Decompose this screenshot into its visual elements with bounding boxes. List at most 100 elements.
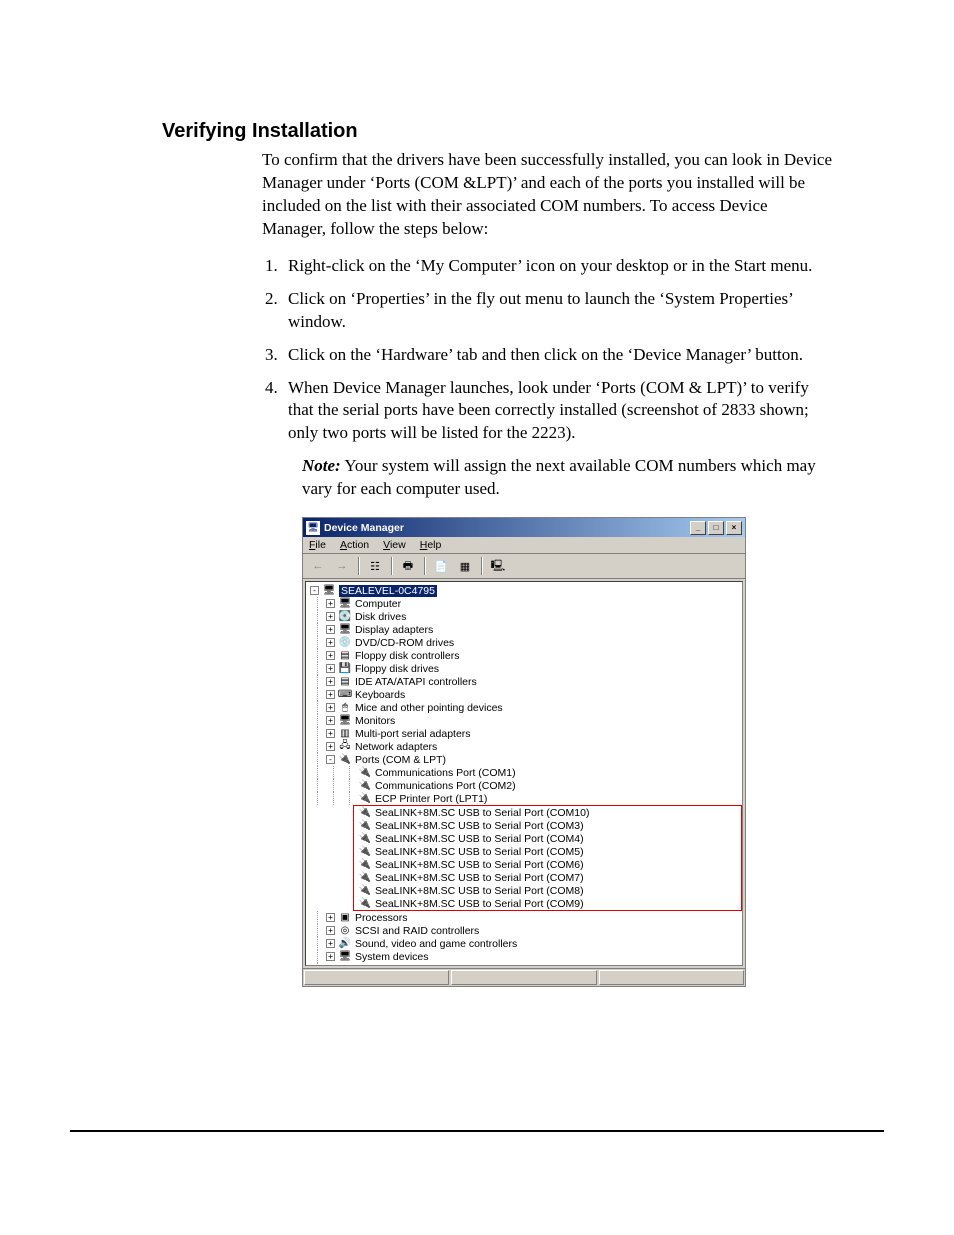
tree-leaf[interactable]: 🔌SeaLINK+8M.SC USB to Serial Port (COM9) (354, 897, 741, 910)
menu-action[interactable]: Action (340, 539, 369, 551)
node-label: Disk drives (355, 611, 406, 623)
tree-node[interactable]: +▤IDE ATA/ATAPI controllers (306, 675, 742, 688)
port-icon: 🔌 (358, 884, 372, 897)
tree-node[interactable]: +💾Floppy disk drives (306, 662, 742, 675)
cpu-icon: ▣ (338, 911, 352, 924)
tree-node[interactable]: +◎SCSI and RAID controllers (306, 924, 742, 937)
expand-icon[interactable]: + (326, 612, 335, 621)
tree-leaf[interactable]: 🔌SeaLINK+8M.SC USB to Serial Port (COM4) (354, 832, 741, 845)
node-label: Computer (355, 598, 401, 610)
port-icon: 🔌 (358, 819, 372, 832)
properties-icon[interactable]: 📄 (430, 556, 452, 576)
tree-node[interactable]: +▤Floppy disk controllers (306, 649, 742, 662)
expand-icon[interactable]: + (326, 703, 335, 712)
tree-node[interactable]: +🖥System devices (306, 950, 742, 963)
note-paragraph: Note: Your system will assign the next a… (162, 455, 834, 501)
tree-leaf[interactable]: 🔌SeaLINK+8M.SC USB to Serial Port (COM6) (354, 858, 741, 871)
toolbar: ← → ☷ 🖶 📄 ▦ 🖳 (303, 554, 745, 579)
port-icon: 🔌 (358, 792, 372, 805)
collapse-icon[interactable]: - (326, 755, 335, 764)
forward-button-icon[interactable]: → (331, 556, 353, 576)
node-label: Floppy disk controllers (355, 650, 459, 662)
tree-leaf[interactable]: 🔌Communications Port (COM2) (306, 779, 742, 792)
node-label: IDE ATA/ATAPI controllers (355, 676, 477, 688)
expand-icon[interactable]: + (326, 952, 335, 961)
tree-node[interactable]: +💽Disk drives (306, 610, 742, 623)
back-button-icon[interactable]: ← (307, 556, 329, 576)
tree-leaf[interactable]: 🔌SeaLINK+8M.SC USB to Serial Port (COM8) (354, 884, 741, 897)
mouse-icon: 🖱 (338, 701, 352, 714)
tree-node[interactable]: +▥Multi-port serial adapters (306, 727, 742, 740)
section-heading: Verifying Installation (162, 120, 834, 143)
keyboard-icon: ⌨ (338, 688, 352, 701)
scan-hardware-icon[interactable]: 🖳 (487, 556, 509, 576)
tree-node[interactable]: +🔊Sound, video and game controllers (306, 937, 742, 950)
node-label: Multi-port serial adapters (355, 728, 471, 740)
expand-icon[interactable]: + (326, 625, 335, 634)
tree-leaf[interactable]: 🔌SeaLINK+8M.SC USB to Serial Port (COM10… (354, 806, 741, 819)
tree-leaf[interactable]: 🔌SeaLINK+8M.SC USB to Serial Port (COM5) (354, 845, 741, 858)
expand-icon[interactable]: + (326, 742, 335, 751)
menu-file[interactable]: File (309, 539, 326, 551)
expand-icon[interactable]: + (326, 638, 335, 647)
menu-view[interactable]: View (383, 539, 406, 551)
tree-view-icon[interactable]: ☷ (364, 556, 386, 576)
port-icon: 🔌 (358, 766, 372, 779)
expand-icon[interactable]: + (326, 913, 335, 922)
expand-icon[interactable]: + (326, 664, 335, 673)
tree-node[interactable]: +💿DVD/CD-ROM drives (306, 636, 742, 649)
leaf-label: SeaLINK+8M.SC USB to Serial Port (COM4) (375, 833, 584, 845)
floppy-icon: 💾 (338, 662, 352, 675)
tree-node[interactable]: +🖥Display adapters (306, 623, 742, 636)
device-manager-window: 🖥 Device Manager _ □ × File Action View … (302, 517, 746, 987)
node-label: DVD/CD-ROM drives (355, 637, 454, 649)
tree-node-ports[interactable]: - 🔌 Ports (COM & LPT) (306, 753, 742, 766)
tree-node[interactable]: +🖥Monitors (306, 714, 742, 727)
port-icon: 🔌 (358, 806, 372, 819)
node-label: Network adapters (355, 741, 437, 753)
print-icon[interactable]: 🖶 (397, 556, 419, 576)
menu-bar: File Action View Help (303, 537, 745, 554)
status-pane (599, 970, 744, 985)
minimize-button[interactable]: _ (690, 521, 706, 535)
tree-leaf[interactable]: 🔌SeaLINK+8M.SC USB to Serial Port (COM3) (354, 819, 741, 832)
tree-leaf[interactable]: 🔌Communications Port (COM1) (306, 766, 742, 779)
menu-help[interactable]: Help (420, 539, 442, 551)
tree-root[interactable]: - 🖥 SEALEVEL-0C4795 (306, 584, 742, 597)
dvd-icon: 💿 (338, 636, 352, 649)
computer-icon: 🖥 (322, 584, 336, 597)
expand-icon[interactable]: + (326, 926, 335, 935)
usb-icon: ⊶ (338, 963, 352, 966)
grid-icon[interactable]: ▦ (454, 556, 476, 576)
tree-node[interactable]: +⌨Keyboards (306, 688, 742, 701)
node-label: Keyboards (355, 689, 405, 701)
tree-node[interactable]: +🖧Network adapters (306, 740, 742, 753)
intro-paragraph: To confirm that the drivers have been su… (162, 149, 834, 241)
root-label: SEALEVEL-0C4795 (339, 585, 437, 597)
expand-icon[interactable]: + (326, 599, 335, 608)
tree-leaf[interactable]: 🔌SeaLINK+8M.SC USB to Serial Port (COM7) (354, 871, 741, 884)
maximize-button[interactable]: □ (708, 521, 724, 535)
expand-icon[interactable]: + (326, 729, 335, 738)
network-icon: 🖧 (338, 740, 352, 753)
expand-icon[interactable]: + (326, 677, 335, 686)
system-icon: 🖥 (338, 950, 352, 963)
tree-node[interactable]: +⊶Universal Serial Bus controllers (306, 963, 742, 966)
expand-icon[interactable]: + (326, 716, 335, 725)
expand-icon[interactable]: + (326, 690, 335, 699)
leaf-label: SeaLINK+8M.SC USB to Serial Port (COM9) (375, 898, 584, 910)
expand-icon[interactable]: + (326, 939, 335, 948)
leaf-label: ECP Printer Port (LPT1) (375, 793, 487, 805)
expand-icon[interactable]: + (326, 965, 335, 966)
computer-icon: 🖥 (338, 597, 352, 610)
tree-leaf[interactable]: 🔌ECP Printer Port (LPT1) (306, 792, 742, 805)
window-titlebar[interactable]: 🖥 Device Manager _ □ × (303, 518, 745, 537)
expand-icon[interactable]: + (326, 651, 335, 660)
leaf-label: SeaLINK+8M.SC USB to Serial Port (COM6) (375, 859, 584, 871)
collapse-icon[interactable]: - (310, 586, 319, 595)
tree-node[interactable]: +▣Processors (306, 911, 742, 924)
tree-node[interactable]: +🖱Mice and other pointing devices (306, 701, 742, 714)
disk-icon: 💽 (338, 610, 352, 623)
close-button[interactable]: × (726, 521, 742, 535)
tree-node[interactable]: +🖥Computer (306, 597, 742, 610)
